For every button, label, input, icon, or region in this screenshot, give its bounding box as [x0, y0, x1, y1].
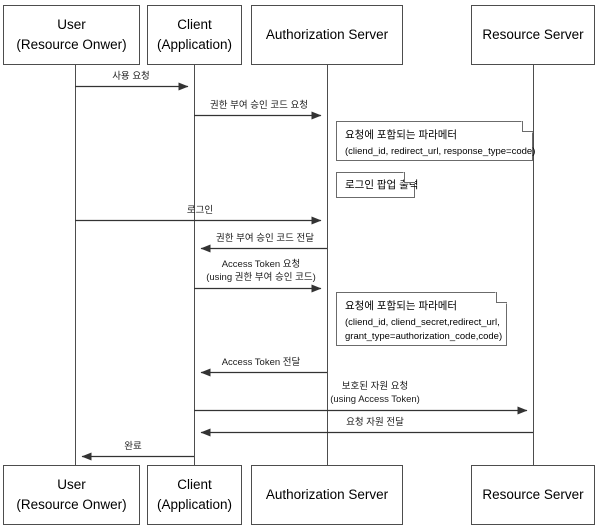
actor-foot-authorization-server-label: Authorization Server: [265, 487, 389, 503]
message-label-m5-line2: (using 권한 부여 승인 코드): [206, 271, 316, 283]
actor-foot-resource-server[interactable]: Resource Server: [471, 465, 595, 525]
message-label-m9-line1: 완료: [124, 441, 142, 452]
note-request-parameters-authcode: 요청에 포함되는 파라메터 (cliend_id, redirect_url, …: [336, 121, 536, 161]
note1-line2: (cliend_id, redirect_url, response_type=…: [345, 145, 536, 157]
message-label-m8-line1: 요청 자원 전달: [346, 417, 404, 428]
note2-line1: 로그인 팝업 출력: [345, 179, 419, 191]
actor-head-authorization-server-label: Authorization Server: [265, 27, 389, 43]
actor-foot-client-line1: Client: [177, 477, 212, 493]
note-login-popup: 로그인 팝업 출력: [336, 172, 419, 198]
actor-foot-client[interactable]: Client (Application): [147, 465, 242, 525]
note-request-parameters-token: 요청에 포함되는 파라메터 (cliend_id, cliend_secret,…: [336, 292, 507, 346]
message-label-m5-line1: Access Token 요청: [221, 259, 301, 270]
note1-line1: 요청에 포함되는 파라메터: [345, 129, 458, 141]
actor-foot-resource-server-label: Resource Server: [482, 487, 584, 503]
message-label-m7-line1: 보호된 자원 요청: [341, 381, 409, 392]
note-fold-corner-icon: [522, 121, 533, 132]
actor-head-client[interactable]: Client (Application): [147, 5, 242, 65]
actor-head-user[interactable]: User (Resource Onwer): [3, 5, 140, 65]
note3-line1: 요청에 포함되는 파라메터: [345, 300, 458, 312]
note3-line2: (cliend_id, cliend_secret,redirect_url,: [345, 316, 500, 328]
message-label-m8: 요청 자원 전달: [346, 417, 404, 430]
message-label-m6-line1: Access Token 전달: [221, 357, 301, 368]
message-label-m7: 보호된 자원 요청 (using Access Token): [330, 381, 420, 407]
actor-foot-user[interactable]: User (Resource Onwer): [3, 465, 140, 525]
message-label-m1: 사용 요청: [112, 71, 150, 84]
message-label-m5: Access Token 요청 (using 권한 부여 승인 코드): [206, 259, 316, 285]
actor-foot-authorization-server[interactable]: Authorization Server: [251, 465, 403, 525]
message-label-m9: 완료: [124, 441, 141, 454]
actor-foot-user-line1: User: [57, 477, 86, 493]
message-label-m6: Access Token 전달: [222, 357, 301, 370]
actor-head-client-line1: Client: [177, 17, 212, 33]
actor-head-authorization-server[interactable]: Authorization Server: [251, 5, 403, 65]
actor-head-resource-server[interactable]: Resource Server: [471, 5, 595, 65]
message-label-m3: 로그인: [187, 205, 213, 218]
actor-foot-client-line2: (Application): [156, 497, 233, 512]
note-fold-corner-icon: [496, 292, 507, 303]
actor-head-user-line1: User: [57, 17, 86, 33]
message-label-m3-line1: 로그인: [186, 205, 214, 216]
message-label-m1-line1: 사용 요청: [112, 71, 150, 82]
note-fold-corner-icon: [404, 172, 415, 183]
note3-line3: grant_type=authorization_code,code): [345, 331, 503, 342]
actor-foot-user-line2: (Resource Onwer): [16, 497, 127, 512]
actor-head-user-line2: (Resource Onwer): [16, 37, 127, 52]
message-label-m4: 권한 부여 승인 코드 전달: [216, 233, 314, 246]
message-label-m2: 권한 부여 승인 코드 요청: [210, 100, 308, 113]
actor-head-resource-server-label: Resource Server: [482, 27, 584, 43]
message-label-m2-line1: 권한 부여 승인 코드 요청: [210, 100, 308, 111]
sequence-diagram: User (Resource Onwer) Client (Applicatio…: [0, 0, 602, 531]
actor-head-client-line2: (Application): [156, 37, 233, 52]
message-label-m4-line1: 권한 부여 승인 코드 전달: [216, 233, 314, 244]
message-label-m7-line2: (using Access Token): [330, 393, 420, 405]
